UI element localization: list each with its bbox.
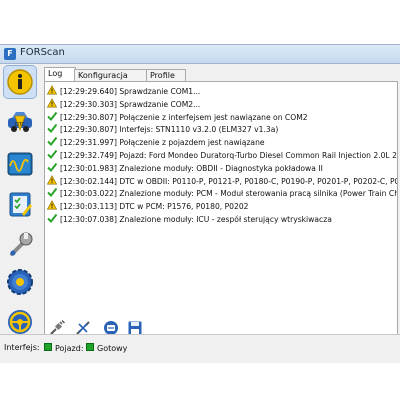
log-entry-text: [12:29:30.807] Interfejs: STN1110 v3.2.0… <box>60 125 279 135</box>
log-entry-text: [12:29:30.807] Połączenie z interfejsem … <box>60 112 308 122</box>
checkmark-icon <box>47 123 58 134</box>
status-interface-label: Interfejs: <box>4 343 40 352</box>
sidebar-item-tests[interactable] <box>3 187 37 221</box>
log-entry: [12:29:31.997] Połączenie z pojazdem jes… <box>47 136 265 148</box>
log-entry: [12:30:02.144] DTC w OBDII: P0110-P, P01… <box>46 174 398 187</box>
log-entry: [12:29:30.807] Połączenie z interfejsem … <box>47 111 308 123</box>
title-bar: F FORScan <box>0 45 400 64</box>
status-state-label: Gotowy <box>97 344 128 353</box>
log-entry: [12:30:01.983] Znalezione moduły: OBDII … <box>47 162 323 174</box>
interface-status-led <box>44 343 52 351</box>
status-bar: Interfejs: Pojazd: Gotowy <box>0 334 400 363</box>
sidebar-item-info[interactable] <box>3 65 37 99</box>
status-ready: Gotowy <box>86 343 127 353</box>
status-vehicle-label: Pojazd: <box>55 344 84 353</box>
app-window: F FORScan DTC Log Konfiguracja Profile [… <box>0 44 400 363</box>
log-entry: [12:29:30.807] Interfejs: STN1110 v3.2.0… <box>47 123 278 135</box>
log-entry-text: [12:30:02.144] DTC w OBDII: P0110-P, P01… <box>60 176 398 186</box>
warning-icon <box>46 174 58 185</box>
log-entry-text: [12:29:30.303] Sprawdzanie COM2... <box>60 99 201 109</box>
log-entry: [12:30:03.022] Znalezione moduły: PCM - … <box>47 187 398 199</box>
sidebar-item-settings[interactable] <box>3 265 37 299</box>
dtc-car-icon: DTC <box>8 112 32 132</box>
info-icon <box>7 69 33 95</box>
sidebar-item-dtc[interactable]: DTC <box>3 105 37 139</box>
steering-wheel-icon <box>8 310 32 334</box>
status-vehicle: Pojazd: <box>44 343 84 353</box>
tab-log[interactable]: Log <box>44 67 76 82</box>
window-title: FORScan <box>20 47 65 58</box>
checkmark-icon <box>47 213 58 224</box>
checkmark-icon <box>47 187 58 198</box>
sidebar-item-oscilloscope[interactable] <box>3 147 37 181</box>
log-entry-text: [12:29:31.997] Połączenie z pojazdem jes… <box>60 138 265 148</box>
sidebar: DTC <box>2 65 38 361</box>
log-entry: [12:29:29.640] Sprawdzanie COM1... <box>46 85 201 97</box>
log-entry: [12:29:32.749] Pojazd: Ford Mondeo Durat… <box>47 149 398 161</box>
checkmark-icon <box>47 149 58 160</box>
checklist-icon <box>9 192 32 217</box>
log-entry-text: [12:30:01.983] Znalezione moduły: OBDII … <box>60 163 323 173</box>
checkmark-icon <box>47 162 58 172</box>
forscan-app-icon: F <box>4 48 16 60</box>
vehicle-status-led <box>86 343 94 351</box>
log-entry-text: [12:30:07.038] Znalezione moduły: ICU - … <box>60 215 332 224</box>
log-entry: [12:29:30.303] Sprawdzanie COM2... <box>46 97 201 110</box>
log-entry-text: [12:30:03.113] DTC w PCM: P1576, P0180, … <box>60 202 249 212</box>
checkmark-icon <box>47 136 58 147</box>
log-entry-text: [12:29:32.749] Pojazd: Ford Mondeo Durat… <box>60 151 398 160</box>
log-entry-text: [12:30:03.022] Znalezione moduły: PCM - … <box>60 189 398 199</box>
log-entry: [12:30:07.038] Znalezione moduły: ICU - … <box>47 213 332 225</box>
warning-icon <box>46 85 58 95</box>
warning-icon <box>46 200 58 210</box>
sidebar-item-service[interactable] <box>3 227 37 261</box>
svg-text:DTC: DTC <box>15 122 26 128</box>
log-entry-text: [12:29:29.640] Sprawdzanie COM1... <box>60 87 201 96</box>
log-panel[interactable]: [12:29:29.640] Sprawdzanie COM1... [12:29… <box>44 81 398 351</box>
checkmark-icon <box>47 111 58 121</box>
gear-icon <box>7 269 33 295</box>
wrench-icon <box>10 232 33 256</box>
oscilloscope-icon <box>7 152 33 176</box>
log-entry: [12:30:03.113] DTC w PCM: P1576, P0180, … <box>46 200 249 212</box>
warning-icon <box>46 97 58 108</box>
